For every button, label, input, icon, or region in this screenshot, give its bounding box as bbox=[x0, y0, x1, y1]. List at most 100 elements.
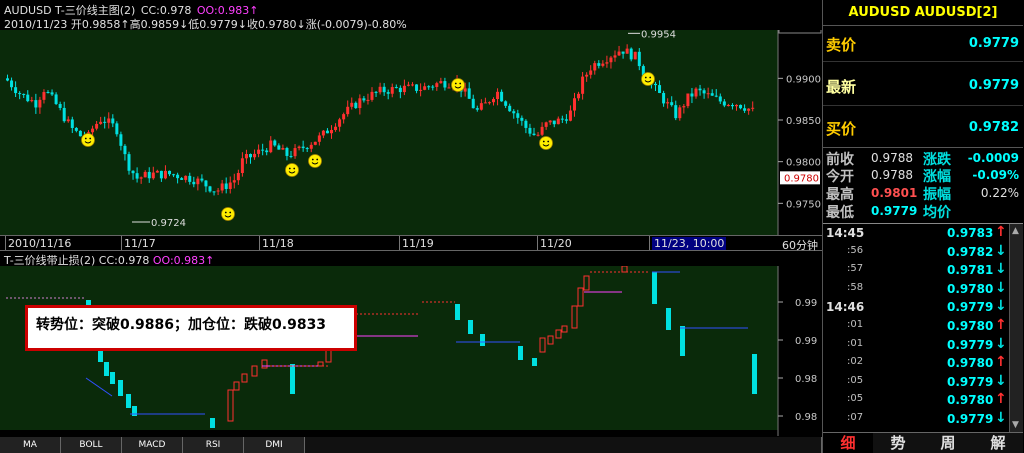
scroll-down-icon[interactable]: ▼ bbox=[1012, 420, 1019, 430]
candle-body bbox=[654, 83, 657, 86]
candle-body bbox=[338, 119, 342, 127]
candle-body bbox=[301, 146, 305, 149]
prev-close-value: 0.9788 bbox=[871, 151, 913, 165]
candle-body bbox=[751, 107, 755, 109]
candle-body bbox=[212, 191, 216, 193]
indicator-tab-boll[interactable]: BOLL bbox=[61, 437, 122, 453]
smiley-signal-icon bbox=[285, 163, 299, 177]
candle-body bbox=[633, 51, 637, 60]
candle-body bbox=[492, 99, 495, 103]
scroll-up-icon[interactable]: ▲ bbox=[1012, 226, 1019, 236]
candle-body bbox=[281, 148, 285, 150]
tick-list[interactable]: 14:45 0.9783 ↑:56 0.9782 ↓:57 0.9781 ↓:58 0.978… bbox=[823, 224, 1023, 430]
current-price-tag: 0.9780 bbox=[780, 171, 820, 185]
chart-area[interactable]: AUDUSD T-三价线主图(2) CC:0.978 OO:0.983↑ 201… bbox=[0, 0, 822, 453]
indicator-tab-ma[interactable]: MA bbox=[0, 437, 61, 453]
candle-body bbox=[285, 148, 289, 156]
indicator-tab-macd[interactable]: MACD bbox=[122, 437, 183, 453]
date-label: 11/20 bbox=[540, 237, 572, 250]
smiley-signal-icon bbox=[641, 72, 655, 86]
candle-body bbox=[70, 119, 74, 128]
candle-body bbox=[200, 178, 204, 181]
up-arrow-icon: ↑ bbox=[995, 391, 1007, 408]
tick-value: 0.9780 bbox=[947, 281, 994, 296]
tick-time: :56 bbox=[847, 244, 864, 256]
candle-body bbox=[184, 175, 188, 180]
candle-body bbox=[613, 55, 617, 58]
candle-body bbox=[192, 181, 196, 185]
candle-body bbox=[564, 119, 568, 121]
candle-body bbox=[342, 114, 346, 120]
candle-body bbox=[159, 170, 163, 179]
tick-row: :02 0.9780 ↑ bbox=[823, 354, 1009, 372]
candle-body bbox=[471, 98, 475, 109]
sub-indicator-chart[interactable]: 0.99 0.99 0.98 0.98 bbox=[0, 266, 822, 436]
down-brick bbox=[126, 394, 131, 408]
candle-body bbox=[289, 155, 293, 157]
candle-body bbox=[273, 140, 277, 146]
candle-body bbox=[232, 180, 236, 183]
candle-body bbox=[78, 130, 82, 137]
tick-row: :57 0.9781 ↓ bbox=[823, 261, 1009, 279]
detail-tab-1[interactable]: 势 bbox=[873, 432, 923, 453]
candle-body bbox=[46, 92, 50, 94]
candle-body bbox=[463, 88, 467, 92]
detail-tab-0[interactable]: 细 bbox=[823, 432, 873, 453]
high-value: 0.9801 bbox=[871, 186, 918, 200]
annotation-box: 转势位：突破0.9886；加仓位：跌破0.9833 bbox=[25, 305, 357, 351]
detail-tab-3[interactable]: 解 bbox=[973, 432, 1023, 453]
date-label: 11/17 bbox=[124, 237, 156, 250]
candle-body bbox=[568, 110, 572, 121]
candle-body bbox=[208, 186, 212, 192]
candle-body bbox=[123, 145, 127, 155]
latest-label: 最新 bbox=[826, 78, 857, 96]
date-tick bbox=[259, 236, 260, 250]
sub-tick-label: 0.98 bbox=[795, 412, 817, 423]
candle-body bbox=[297, 146, 301, 149]
candle-body bbox=[536, 134, 540, 136]
smiley-signal-icon bbox=[308, 154, 322, 168]
candle-body bbox=[163, 170, 167, 179]
candle-body bbox=[10, 80, 14, 88]
candle-body bbox=[540, 126, 544, 135]
candle-body bbox=[176, 174, 180, 179]
buy-label: 买价 bbox=[826, 120, 857, 138]
change-pct-label: 涨幅 bbox=[923, 169, 951, 185]
tick-value: 0.9782 bbox=[947, 244, 994, 259]
candle-body bbox=[18, 93, 22, 95]
tick-row: 14:45 0.9783 ↑ bbox=[823, 224, 1009, 242]
tick-row: :01 0.9780 ↑ bbox=[823, 317, 1009, 335]
low-value: 0.9779 bbox=[871, 204, 918, 218]
indicator-tab-dmi[interactable]: DMI bbox=[244, 437, 305, 453]
period-label[interactable]: 60分钟 bbox=[782, 237, 818, 253]
tick-value: 0.9780 bbox=[947, 393, 994, 408]
low-marker-label: 0.9724 bbox=[151, 218, 186, 229]
down-brick bbox=[480, 334, 485, 346]
candle-body bbox=[512, 111, 516, 114]
candle-body bbox=[475, 108, 479, 110]
tick-time: 14:46 bbox=[826, 300, 865, 315]
candle-body bbox=[66, 119, 70, 122]
candle-body bbox=[305, 148, 309, 150]
candle-body bbox=[544, 122, 548, 127]
candle-body bbox=[714, 95, 718, 97]
candle-body bbox=[188, 175, 192, 182]
detail-tab-2[interactable]: 周 bbox=[923, 432, 973, 453]
main-candle-chart[interactable]: 0.9900 0.9850 0.9800 0.9750 0.9954 0.9724 (129… bbox=[0, 30, 822, 235]
candle-body bbox=[415, 84, 419, 91]
tick-scrollbar[interactable]: ▲ ▼ bbox=[1009, 224, 1023, 432]
indicator-tab-rsi[interactable]: RSI bbox=[183, 437, 244, 453]
date-tick bbox=[399, 236, 400, 250]
down-brick bbox=[110, 372, 115, 384]
candle-body bbox=[30, 100, 34, 102]
candle-body bbox=[601, 63, 605, 66]
candle-body bbox=[487, 102, 491, 104]
candle-body bbox=[321, 130, 325, 136]
candle-body bbox=[236, 173, 240, 181]
change-pct-value: -0.09% bbox=[972, 168, 1019, 182]
candle-body bbox=[532, 133, 536, 135]
candle-body bbox=[115, 123, 119, 135]
candle-body bbox=[257, 149, 261, 154]
sub-tick-label: 0.99 bbox=[795, 298, 817, 309]
tick-row: :58 0.9780 ↓ bbox=[823, 280, 1009, 298]
